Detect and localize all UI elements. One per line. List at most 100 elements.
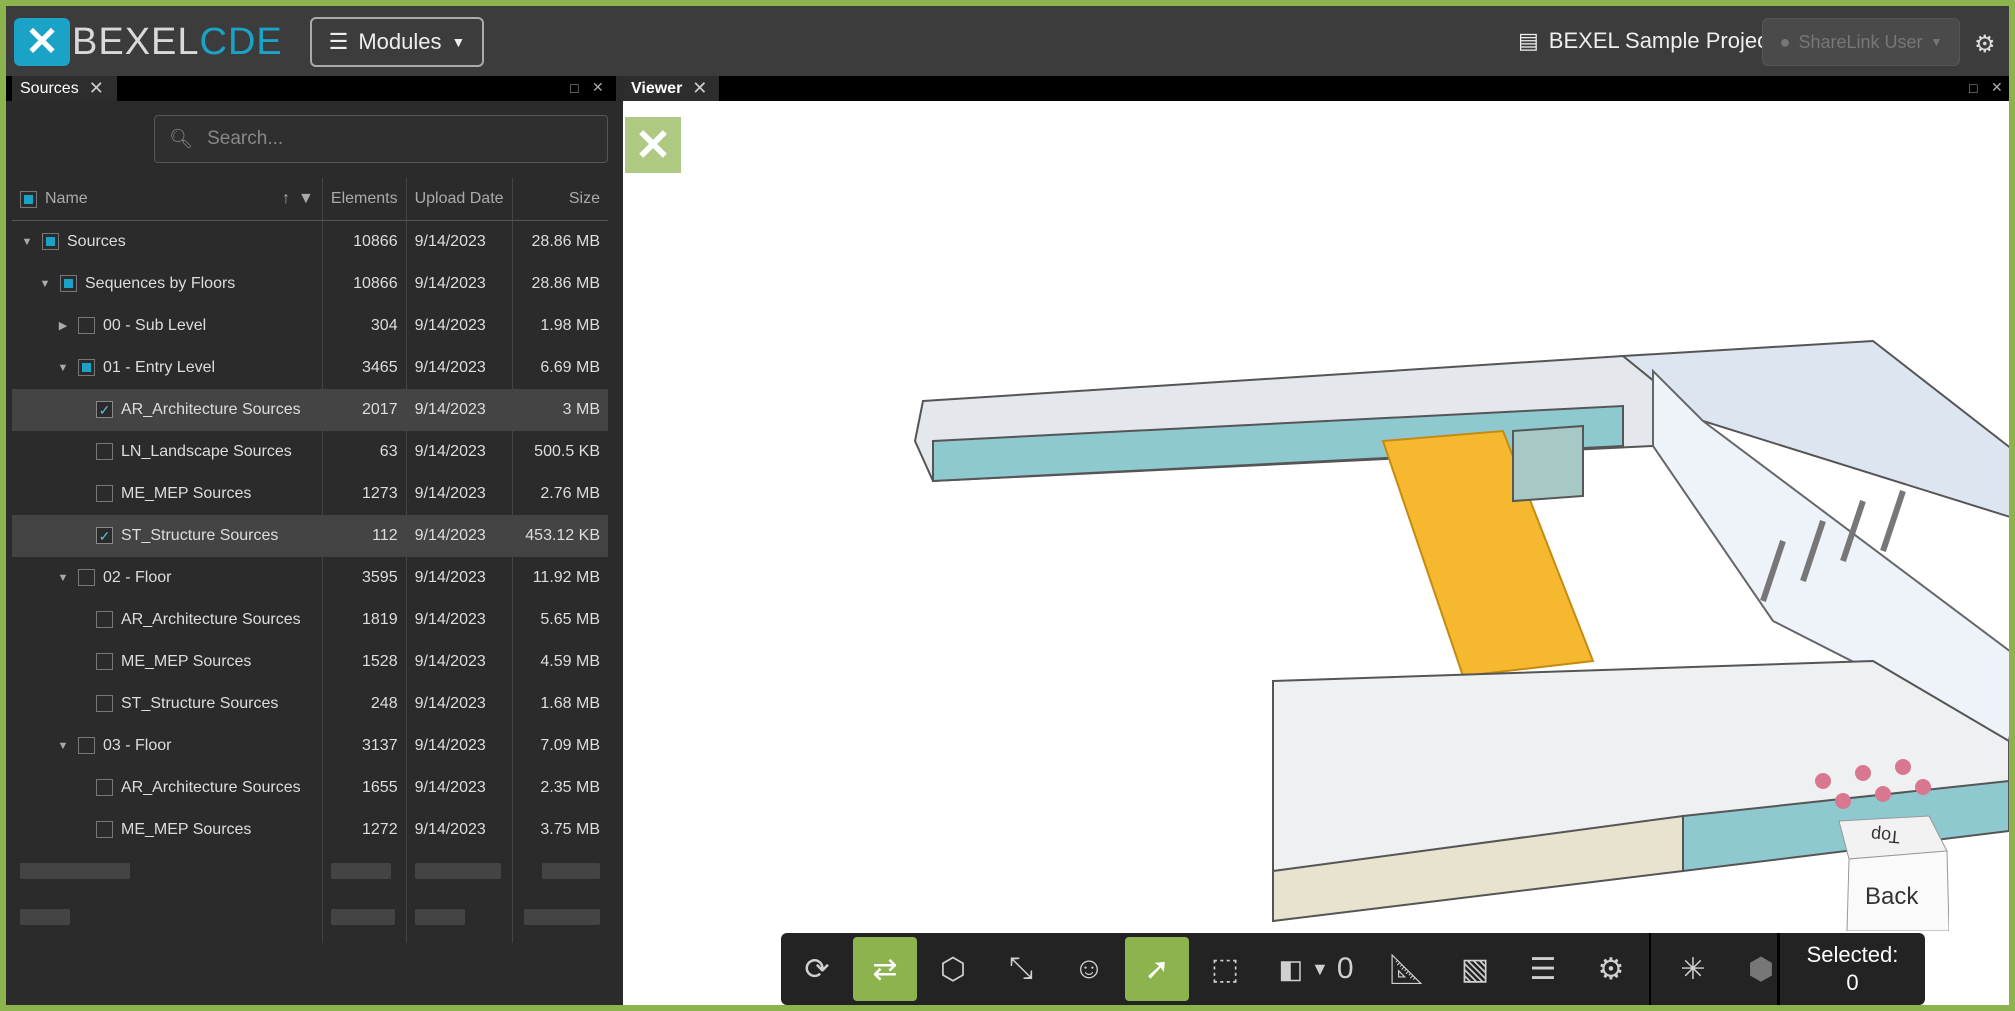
table-row[interactable]: ▼ Sources 10866 9/14/2023 28.86 MB [12, 220, 608, 263]
user-name: ShareLink User [1798, 31, 1923, 52]
column-header-size[interactable]: Size [512, 178, 608, 221]
search-box[interactable]: 🔍︎ [154, 115, 608, 163]
row-checkbox[interactable] [96, 443, 113, 460]
column-header-name[interactable]: Name ↑ ▼ [12, 178, 323, 221]
row-name: Sequences by Floors [85, 274, 236, 292]
project-name: BEXEL Sample Project [1548, 28, 1775, 53]
row-elements: 2017 [322, 388, 407, 431]
row-checkbox[interactable]: ✓ [96, 401, 113, 418]
fit-all-icon[interactable]: ⤡ [989, 937, 1053, 1001]
properties-list-icon[interactable]: ☰ [1511, 937, 1575, 1001]
table-row[interactable]: ✓ ST_Structure Sources 112 9/14/2023 453… [12, 514, 608, 557]
close-icon[interactable]: ✕ [592, 79, 604, 96]
sync-views-icon[interactable]: ⇄ [853, 937, 917, 1001]
row-size: 2.76 MB [540, 484, 600, 502]
loading-placeholder-row [12, 896, 608, 943]
database-icon: ▤ [1518, 28, 1539, 53]
row-checkbox[interactable] [78, 317, 95, 334]
table-row[interactable]: ▼ 03 - Floor 3137 9/14/2023 7.09 MB [12, 724, 608, 767]
select-pointer-icon[interactable]: ➚ [1125, 937, 1189, 1001]
expand-caret-icon[interactable]: ▼ [38, 278, 52, 290]
modules-dropdown-button[interactable]: ☰ Modules ▼ [310, 17, 484, 67]
tab-viewer[interactable]: Viewer ✕ [623, 76, 719, 101]
view-cube-back-label[interactable]: Back [1865, 883, 1918, 911]
box-select-icon[interactable]: ⬚ [1193, 937, 1257, 1001]
close-icon[interactable]: ✕ [1991, 79, 2003, 96]
table-row[interactable]: ▶ 00 - Sub Level 304 9/14/2023 1.98 MB [12, 304, 608, 347]
tab-sources[interactable]: Sources ✕ [12, 76, 117, 101]
table-row[interactable]: ▼ 01 - Entry Level 3465 9/14/2023 6.69 M… [12, 346, 608, 389]
table-row[interactable]: ME_MEP Sources 1273 9/14/2023 2.76 MB [12, 472, 608, 515]
selection-counter: Selected: 0 [1777, 933, 1925, 1005]
table-row[interactable]: ST_Structure Sources 248 9/14/2023 1.68 … [12, 682, 608, 725]
row-elements: 1655 [322, 766, 407, 809]
row-checkbox[interactable] [60, 275, 77, 292]
table-row[interactable]: LN_Landscape Sources 63 9/14/2023 500.5 … [12, 430, 608, 473]
section-level-icon: ◧ [1278, 953, 1304, 984]
section-level-control[interactable]: ◧ ▼ 0 [1261, 937, 1371, 1001]
search-input[interactable] [205, 127, 590, 151]
column-name-label: Name [45, 190, 88, 207]
table-row[interactable]: AR_Architecture Sources 1655 9/14/2023 2… [12, 766, 608, 809]
collapse-caret-icon[interactable]: ▶ [56, 319, 70, 332]
row-elements: 10866 [322, 220, 407, 263]
row-checkbox[interactable] [78, 737, 95, 754]
snapshot-icon[interactable]: ▧ [1443, 937, 1507, 1001]
row-size: 6.69 MB [540, 358, 600, 376]
close-icon[interactable]: ✕ [692, 76, 707, 101]
building-model[interactable] [623, 101, 2009, 1005]
row-checkbox[interactable] [78, 359, 95, 376]
row-checkbox[interactable] [96, 695, 113, 712]
maximize-icon[interactable]: □ [1969, 80, 1977, 96]
view-cube-top-label[interactable]: Top [1870, 824, 1901, 847]
row-size: 11.92 MB [532, 568, 600, 586]
table-row[interactable]: ✓ AR_Architecture Sources 2017 9/14/2023… [12, 388, 608, 431]
row-upload-date: 9/14/2023 [406, 682, 513, 725]
measure-icon[interactable]: 📐︎ [1375, 937, 1439, 1001]
row-checkbox[interactable] [78, 569, 95, 586]
settings-gear-icon[interactable]: ⚙ [1974, 30, 1996, 59]
walk-person-icon[interactable]: ☺ [1057, 937, 1121, 1001]
row-checkbox[interactable]: ✓ [96, 527, 113, 544]
column-header-upload-date[interactable]: Upload Date [406, 178, 513, 221]
table-row[interactable]: ME_MEP Sources 1528 9/14/2023 4.59 MB [12, 640, 608, 683]
row-checkbox[interactable] [96, 611, 113, 628]
row-size: 28.86 MB [531, 232, 600, 250]
row-name: Sources [67, 232, 126, 250]
expand-caret-icon[interactable]: ▼ [20, 236, 34, 248]
view-cube[interactable]: Top Back [1829, 811, 1950, 936]
settings-icon[interactable]: ⚙ [1579, 937, 1643, 1001]
table-row[interactable]: ▼ 02 - Floor 3595 9/14/2023 11.92 MB [12, 556, 608, 599]
top-bar: ✕ BEXELCDE ☰ Modules ▼ ▤ BEXEL Sample Pr… [6, 6, 2009, 76]
project-selector[interactable]: ▤ BEXEL Sample Project [1518, 28, 1774, 54]
sort-icon[interactable]: ↑ [282, 190, 290, 208]
explode-icon[interactable]: ✳ [1661, 937, 1725, 1001]
sources-panel: 🔍︎ Name ↑ ▼ Elements Upload Date [6, 101, 612, 1005]
skeleton-bar [524, 909, 600, 925]
app-logo[interactable]: ✕ BEXELCDE [14, 18, 283, 66]
row-checkbox[interactable] [42, 233, 59, 251]
row-name: 01 - Entry Level [103, 358, 216, 376]
column-header-elements[interactable]: Elements [322, 178, 407, 221]
table-row[interactable]: ▼ Sequences by Floors 10866 9/14/2023 28… [12, 262, 608, 305]
expand-caret-icon[interactable]: ▼ [56, 740, 70, 752]
row-checkbox[interactable] [96, 821, 113, 838]
table-row[interactable]: ME_MEP Sources 1272 9/14/2023 3.75 MB [12, 808, 608, 851]
skeleton-bar [20, 909, 70, 925]
isometric-view-icon[interactable]: ⬡ [921, 937, 985, 1001]
row-checkbox[interactable] [96, 653, 113, 670]
select-all-checkbox[interactable] [20, 190, 37, 208]
close-icon[interactable]: ✕ [89, 76, 104, 101]
user-menu-button[interactable]: ● ShareLink User ▼ [1762, 18, 1960, 66]
3d-viewer[interactable]: ✕ Top Back ⟳ ⇄ ⬡ ⤡ ☺ ➚ ⬚ ◧ ▼ 0 📐︎ ▧ ☰ ⚙ … [623, 101, 2009, 1005]
expand-caret-icon[interactable]: ▼ [56, 362, 70, 374]
orbit-icon[interactable]: ⟳ [785, 937, 849, 1001]
row-size: 1.68 MB [540, 694, 600, 712]
row-checkbox[interactable] [96, 779, 113, 796]
filter-icon[interactable]: ▼ [298, 190, 314, 208]
expand-caret-icon[interactable]: ▼ [56, 572, 70, 584]
table-row[interactable]: AR_Architecture Sources 1819 9/14/2023 5… [12, 598, 608, 641]
row-upload-date: 9/14/2023 [406, 388, 513, 431]
row-checkbox[interactable] [96, 485, 113, 502]
maximize-icon[interactable]: □ [570, 80, 578, 96]
